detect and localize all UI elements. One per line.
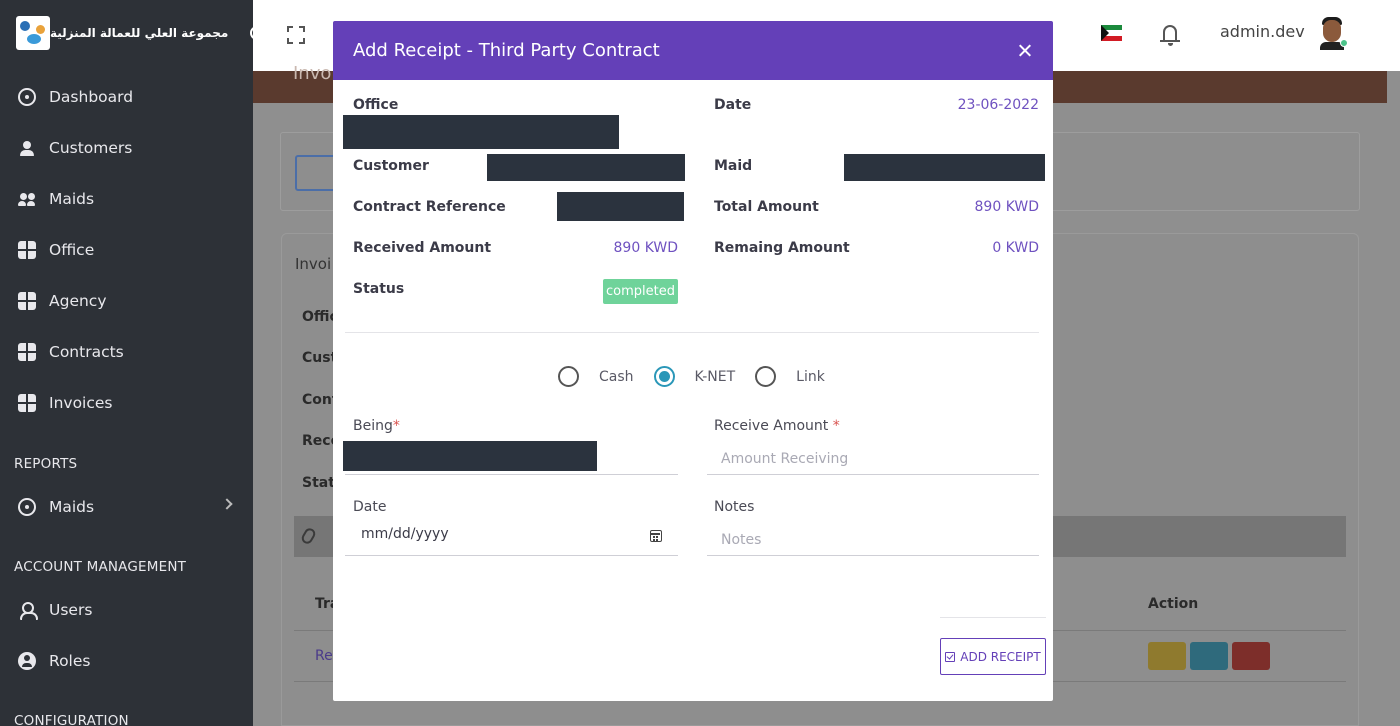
dashboard-icon [18,87,36,106]
sidebar-item-label: Roles [49,651,91,670]
customer-value-redacted [487,154,685,181]
user-icon [18,139,36,157]
office-label: Office [353,97,399,113]
sidebar-item-label: Office [49,240,95,259]
add-receipt-button[interactable]: ADD RECEIPT [940,638,1046,675]
dashboard-icon [18,497,36,516]
sidebar-item-office[interactable]: Office [0,224,253,275]
notes-label: Notes [714,499,755,515]
footer-divider [940,617,1046,618]
box-icon [18,393,36,412]
date-label: Date [714,97,752,113]
date-field-label: Date [353,499,387,515]
background-card-title: Invoi [295,255,332,273]
radio-knet[interactable] [653,366,675,387]
sidebar-item-label: Maids [49,189,95,208]
background-table-header-action: Action [1148,596,1199,612]
modal-title: Add Receipt - Third Party Contract [353,40,660,61]
receive-amount-input[interactable] [707,443,1039,475]
sidebar-item-roles[interactable]: Roles [0,635,253,686]
received-amount-label: Received Amount [353,240,492,256]
bell-icon[interactable] [1160,23,1180,47]
sidebar-item-label: Users [49,600,93,619]
radio-label-cash: Cash [599,368,634,385]
sidebar-item-label: Maids [49,497,95,516]
notes-input[interactable] [707,524,1039,556]
being-label: Being* [353,418,400,434]
section-label-reports: REPORTS [14,456,78,472]
brand: مجموعة العلي للعمالة المنزلية [0,0,253,66]
modal-header: Add Receipt - Third Party Contract [333,21,1053,80]
edit-button [1190,642,1228,670]
close-icon[interactable] [1017,43,1033,59]
contract-reference-label: Contract Reference [353,199,506,215]
view-button [1148,642,1186,670]
fullscreen-icon[interactable] [287,26,305,44]
divider [345,332,1039,333]
status-label: Status [353,281,405,297]
sidebar-item-label: Dashboard [49,87,134,106]
total-amount-label: Total Amount [714,199,819,215]
radio-label-knet: K-NET [694,368,736,385]
check-square-icon [945,651,956,662]
users-icon [18,190,36,208]
add-receipt-button-label: ADD RECEIPT [960,649,1041,664]
being-value-redacted [343,441,597,471]
sidebar-item-reports-maids[interactable]: Maids [0,481,253,532]
total-amount-value: 890 KWD [974,199,1039,215]
sidebar-item-label: Contracts [49,342,124,361]
brand-name: مجموعة العلي للعمالة المنزلية [50,26,229,40]
avatar[interactable] [1316,16,1348,50]
section-label-configuration: CONFIGURATION [14,713,129,726]
roles-icon [18,651,36,670]
sidebar-item-customers[interactable]: Customers [0,122,253,173]
sidebar-item-maids[interactable]: Maids [0,173,253,224]
date-value: 23-06-2022 [957,97,1039,113]
customer-label: Customer [353,158,429,174]
sidebar-item-users[interactable]: Users [0,584,253,635]
radio-label-link: Link [796,368,825,385]
section-label-account: ACCOUNT MANAGEMENT [14,559,187,575]
contract-reference-redacted [557,192,684,221]
sidebar-item-label: Customers [49,138,133,157]
background-label: Cust [302,350,338,366]
date-input-placeholder: mm/dd/yyyy [361,526,449,542]
receive-amount-label: Receive Amount * [714,418,840,434]
office-value-redacted [343,115,619,149]
sidebar-item-agency[interactable]: Agency [0,275,253,326]
box-icon [18,291,36,310]
radio-link[interactable] [755,366,777,387]
maid-label: Maid [714,158,753,174]
sidebar-item-label: Invoices [49,393,113,412]
banner-title: Invo [293,63,332,84]
box-icon [18,240,36,259]
payment-method-group: Cash K-NET Link [558,366,845,387]
received-amount-value: 890 KWD [613,240,678,256]
calendar-icon[interactable] [650,530,662,542]
sidebar-item-label: Agency [49,291,107,310]
add-receipt-modal: Add Receipt - Third Party Contract Offic… [333,21,1053,701]
remaining-amount-value: 0 KWD [992,240,1039,256]
chevron-right-icon [221,498,233,510]
sidebar: مجموعة العلي للعمالة المنزلية Dashboard … [0,0,253,726]
maid-value-redacted [844,154,1045,181]
brand-logo [16,16,50,50]
sidebar-item-dashboard[interactable]: Dashboard [0,71,253,122]
delete-button [1232,642,1270,670]
remaining-amount-label: Remaing Amount [714,240,850,256]
username[interactable]: admin.dev [1220,22,1305,41]
user-outline-icon [18,601,38,620]
radio-cash[interactable] [558,366,579,387]
sidebar-item-invoices[interactable]: Invoices [0,377,253,428]
sidebar-item-contracts[interactable]: Contracts [0,326,253,377]
box-icon [18,342,36,361]
kuwait-flag-icon[interactable] [1101,25,1122,41]
status-badge: completed [603,279,678,304]
